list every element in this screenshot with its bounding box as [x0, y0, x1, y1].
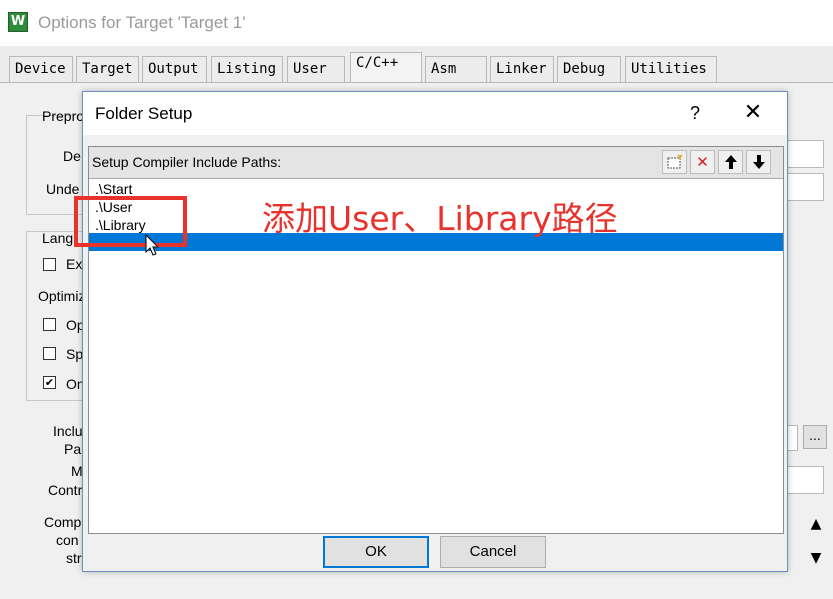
sp-label: Sp [66, 346, 84, 362]
list-header: Setup Compiler Include Paths: ✕ [89, 147, 783, 179]
tab-linker[interactable]: Linker [490, 56, 554, 82]
delete-icon[interactable]: ✕ [690, 150, 715, 174]
op-checkbox[interactable] [43, 318, 56, 331]
folder-setup-dialog: Folder Setup ? ✕ Setup Compiler Include … [82, 91, 788, 572]
dialog-title: Folder Setup [95, 104, 193, 123]
preprocessor-label: Prepro [42, 108, 85, 124]
keil-app-icon: W [8, 12, 28, 32]
scroll-down-icon[interactable]: ▼ [803, 548, 829, 568]
on-checkbox[interactable]: ✔ [43, 376, 56, 389]
language-label: Lang [42, 230, 74, 246]
include-paths-label-1: Inclu [53, 423, 83, 439]
tab-device[interactable]: Device [9, 56, 73, 82]
misc-controls-label-2: Contr [48, 482, 83, 498]
compiler-string-label-3: str [66, 550, 82, 566]
cancel-button[interactable]: Cancel [440, 536, 546, 568]
tab-output[interactable]: Output [142, 56, 207, 82]
new-folder-icon[interactable] [662, 150, 687, 174]
compiler-string-scrollbar[interactable]: ▲ ▼ [803, 512, 829, 572]
mouse-cursor-icon [145, 234, 160, 256]
optimize-label: Optimiz [38, 288, 86, 304]
misc-controls-label-1: M [71, 463, 83, 479]
move-up-icon[interactable] [718, 150, 743, 174]
dialog-titlebar: Folder Setup ? ✕ [83, 92, 787, 135]
close-button[interactable]: ✕ [739, 100, 767, 126]
list-header-label: Setup Compiler Include Paths: [92, 154, 282, 170]
tab-user[interactable]: User [287, 56, 345, 82]
tab-debug[interactable]: Debug [557, 56, 621, 82]
ok-button[interactable]: OK [323, 536, 429, 568]
define-input[interactable] [786, 140, 824, 168]
define-label: De [63, 148, 81, 164]
tab-target[interactable]: Target [76, 56, 139, 82]
tab-strip: Device Target Output Listing User C/C++ … [0, 46, 833, 86]
window-titlebar: W Options for Target 'Target 1' [0, 0, 833, 46]
annotation-highlight-box [74, 196, 187, 247]
ex-checkbox[interactable] [43, 258, 56, 271]
tab-c-cpp[interactable]: C/C++ [350, 52, 422, 84]
window-title: Options for Target 'Target 1' [38, 13, 246, 32]
include-paths-browse-button[interactable]: ... [803, 425, 827, 449]
compiler-string-label-1: Comp [44, 514, 82, 530]
misc-controls-input[interactable] [786, 466, 824, 494]
tab-listing[interactable]: Listing [211, 56, 283, 82]
include-paths-label-2: Pa [64, 441, 82, 457]
ex-label: Ex [66, 256, 83, 272]
annotation-text: 添加User、Library路径 [262, 199, 618, 238]
help-button[interactable]: ? [683, 101, 707, 125]
move-down-icon[interactable] [746, 150, 771, 174]
compiler-string-label-2: con [56, 532, 79, 548]
undefine-label: Unde [46, 181, 80, 197]
tab-utilities[interactable]: Utilities [625, 56, 717, 82]
scroll-up-icon[interactable]: ▲ [803, 514, 829, 534]
tab-asm[interactable]: Asm [425, 56, 487, 82]
undefine-input[interactable] [786, 173, 824, 201]
sp-checkbox[interactable] [43, 347, 56, 360]
